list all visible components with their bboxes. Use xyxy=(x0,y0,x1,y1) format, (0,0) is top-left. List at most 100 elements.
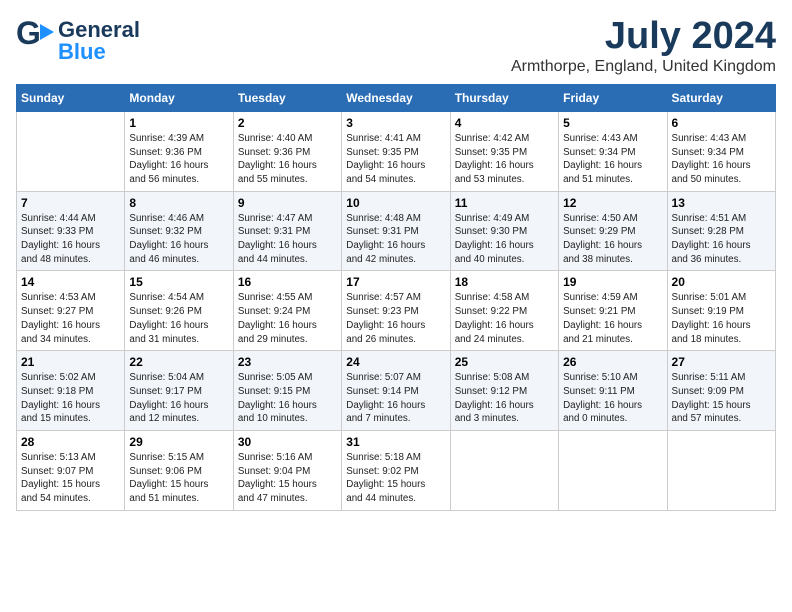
header: G General Blue July 2024 Armthorpe, Engl… xyxy=(16,16,776,76)
calendar-cell: 20Sunrise: 5:01 AMSunset: 9:19 PMDayligh… xyxy=(667,271,775,351)
calendar-cell xyxy=(667,431,775,511)
calendar-table: SundayMondayTuesdayWednesdayThursdayFrid… xyxy=(16,84,776,511)
weekday-header-thursday: Thursday xyxy=(450,84,558,111)
calendar-cell: 6Sunrise: 4:43 AMSunset: 9:34 PMDaylight… xyxy=(667,111,775,191)
day-info: Sunrise: 4:43 AMSunset: 9:34 PMDaylight:… xyxy=(672,132,771,187)
calendar-cell: 1 Sunrise: 4:39 AMSunset: 9:36 PMDaylight… xyxy=(125,111,233,191)
calendar-cell: 9Sunrise: 4:47 AMSunset: 9:31 PMDaylight… xyxy=(233,191,341,271)
day-info: Sunrise: 5:05 AMSunset: 9:15 PMDaylight:… xyxy=(238,371,337,426)
day-info: Sunrise: 4:50 AMSunset: 9:29 PMDaylight:… xyxy=(563,212,662,267)
title-area: July 2024 Armthorpe, England, United Kin… xyxy=(511,16,776,76)
day-info: Sunrise: 4:48 AMSunset: 9:31 PMDaylight:… xyxy=(346,212,445,267)
day-number: 24 xyxy=(346,355,445,369)
calendar-cell: 22Sunrise: 5:04 AMSunset: 9:17 PMDayligh… xyxy=(125,351,233,431)
day-number: 14 xyxy=(21,275,120,289)
day-number: 10 xyxy=(346,196,445,210)
week-row-1: 1 Sunrise: 4:39 AMSunset: 9:36 PMDaylight… xyxy=(17,111,776,191)
calendar-cell: 19Sunrise: 4:59 AMSunset: 9:21 PMDayligh… xyxy=(559,271,667,351)
day-number: 3 xyxy=(346,116,445,130)
calendar-cell: 13 Sunrise: 4:51 AMSunset: 9:28 PMDayligh… xyxy=(667,191,775,271)
week-row-3: 14 Sunrise: 4:53 AMSunset: 9:27 PMDayligh… xyxy=(17,271,776,351)
location-title: Armthorpe, England, United Kingdom xyxy=(511,58,776,76)
day-number: 23 xyxy=(238,355,337,369)
day-info: Sunrise: 4:42 AMSunset: 9:35 PMDaylight:… xyxy=(455,132,554,187)
calendar-cell: 27Sunrise: 5:11 AMSunset: 9:09 PMDayligh… xyxy=(667,351,775,431)
day-info: Sunrise: 4:53 AMSunset: 9:27 PMDaylight:… xyxy=(21,291,120,346)
calendar-cell: 15Sunrise: 4:54 AMSunset: 9:26 PMDayligh… xyxy=(125,271,233,351)
day-number: 11 xyxy=(455,196,554,210)
day-number: 31 xyxy=(346,435,445,449)
day-number: 7 xyxy=(21,196,120,210)
weekday-header-tuesday: Tuesday xyxy=(233,84,341,111)
calendar-cell: 11 Sunrise: 4:49 AMSunset: 9:30 PMDayligh… xyxy=(450,191,558,271)
calendar-cell: 28Sunrise: 5:13 AMSunset: 9:07 PMDayligh… xyxy=(17,431,125,511)
day-info: Sunrise: 5:15 AMSunset: 9:06 PMDaylight:… xyxy=(129,451,228,506)
day-number: 8 xyxy=(129,196,228,210)
day-number: 28 xyxy=(21,435,120,449)
calendar-cell xyxy=(559,431,667,511)
day-number: 25 xyxy=(455,355,554,369)
calendar-cell: 24 Sunrise: 5:07 AMSunset: 9:14 PMDayligh… xyxy=(342,351,450,431)
calendar-cell xyxy=(17,111,125,191)
day-number: 2 xyxy=(238,116,337,130)
calendar-cell: 23 Sunrise: 5:05 AMSunset: 9:15 PMDayligh… xyxy=(233,351,341,431)
calendar-cell: 29Sunrise: 5:15 AMSunset: 9:06 PMDayligh… xyxy=(125,431,233,511)
day-info: Sunrise: 4:40 AMSunset: 9:36 PMDaylight:… xyxy=(238,132,337,187)
weekday-header-saturday: Saturday xyxy=(667,84,775,111)
calendar-header: SundayMondayTuesdayWednesdayThursdayFrid… xyxy=(17,84,776,111)
weekday-header-row: SundayMondayTuesdayWednesdayThursdayFrid… xyxy=(17,84,776,111)
day-info: Sunrise: 4:51 AMSunset: 9:28 PMDaylight:… xyxy=(672,212,771,267)
day-number: 22 xyxy=(129,355,228,369)
day-info: Sunrise: 4:44 AMSunset: 9:33 PMDaylight:… xyxy=(21,212,120,267)
day-number: 26 xyxy=(563,355,662,369)
day-info: Sunrise: 4:39 AMSunset: 9:36 PMDaylight:… xyxy=(129,132,228,187)
calendar-cell xyxy=(450,431,558,511)
calendar-cell: 18Sunrise: 4:58 AMSunset: 9:22 PMDayligh… xyxy=(450,271,558,351)
calendar-cell: 12 Sunrise: 4:50 AMSunset: 9:29 PMDayligh… xyxy=(559,191,667,271)
calendar-cell: 25 Sunrise: 5:08 AMSunset: 9:12 PMDayligh… xyxy=(450,351,558,431)
logo-text: General Blue xyxy=(58,19,140,63)
logo-icon: G xyxy=(16,16,54,65)
day-info: Sunrise: 4:47 AMSunset: 9:31 PMDaylight:… xyxy=(238,212,337,267)
calendar-cell: 10 Sunrise: 4:48 AMSunset: 9:31 PMDayligh… xyxy=(342,191,450,271)
calendar-cell: 26 Sunrise: 5:10 AMSunset: 9:11 PMDayligh… xyxy=(559,351,667,431)
day-number: 17 xyxy=(346,275,445,289)
month-title: July 2024 xyxy=(511,16,776,58)
day-number: 5 xyxy=(563,116,662,130)
day-info: Sunrise: 5:18 AMSunset: 9:02 PMDaylight:… xyxy=(346,451,445,506)
day-number: 13 xyxy=(672,196,771,210)
day-info: Sunrise: 4:46 AMSunset: 9:32 PMDaylight:… xyxy=(129,212,228,267)
calendar-body: 1 Sunrise: 4:39 AMSunset: 9:36 PMDaylight… xyxy=(17,111,776,510)
day-info: Sunrise: 5:08 AMSunset: 9:12 PMDaylight:… xyxy=(455,371,554,426)
day-info: Sunrise: 5:10 AMSunset: 9:11 PMDaylight:… xyxy=(563,371,662,426)
day-info: Sunrise: 4:41 AMSunset: 9:35 PMDaylight:… xyxy=(346,132,445,187)
calendar-cell: 2 Sunrise: 4:40 AMSunset: 9:36 PMDaylight… xyxy=(233,111,341,191)
day-info: Sunrise: 5:16 AMSunset: 9:04 PMDaylight:… xyxy=(238,451,337,506)
calendar-cell: 21Sunrise: 5:02 AMSunset: 9:18 PMDayligh… xyxy=(17,351,125,431)
day-number: 12 xyxy=(563,196,662,210)
calendar-cell: 3 Sunrise: 4:41 AMSunset: 9:35 PMDaylight… xyxy=(342,111,450,191)
day-number: 21 xyxy=(21,355,120,369)
calendar-cell: 8 Sunrise: 4:46 AMSunset: 9:32 PMDaylight… xyxy=(125,191,233,271)
week-row-2: 7 Sunrise: 4:44 AMSunset: 9:33 PMDaylight… xyxy=(17,191,776,271)
calendar-cell: 16 Sunrise: 4:55 AMSunset: 9:24 PMDayligh… xyxy=(233,271,341,351)
day-info: Sunrise: 5:07 AMSunset: 9:14 PMDaylight:… xyxy=(346,371,445,426)
svg-text:G: G xyxy=(16,16,41,51)
day-number: 27 xyxy=(672,355,771,369)
weekday-header-wednesday: Wednesday xyxy=(342,84,450,111)
day-info: Sunrise: 4:43 AMSunset: 9:34 PMDaylight:… xyxy=(563,132,662,187)
calendar-cell: 31 Sunrise: 5:18 AMSunset: 9:02 PMDayligh… xyxy=(342,431,450,511)
day-number: 1 xyxy=(129,116,228,130)
weekday-header-friday: Friday xyxy=(559,84,667,111)
day-info: Sunrise: 4:49 AMSunset: 9:30 PMDaylight:… xyxy=(455,212,554,267)
day-info: Sunrise: 4:55 AMSunset: 9:24 PMDaylight:… xyxy=(238,291,337,346)
day-info: Sunrise: 4:54 AMSunset: 9:26 PMDaylight:… xyxy=(129,291,228,346)
calendar-cell: 30Sunrise: 5:16 AMSunset: 9:04 PMDayligh… xyxy=(233,431,341,511)
day-number: 18 xyxy=(455,275,554,289)
calendar-cell: 7 Sunrise: 4:44 AMSunset: 9:33 PMDaylight… xyxy=(17,191,125,271)
day-number: 16 xyxy=(238,275,337,289)
day-number: 4 xyxy=(455,116,554,130)
day-number: 20 xyxy=(672,275,771,289)
day-info: Sunrise: 4:57 AMSunset: 9:23 PMDaylight:… xyxy=(346,291,445,346)
day-number: 19 xyxy=(563,275,662,289)
